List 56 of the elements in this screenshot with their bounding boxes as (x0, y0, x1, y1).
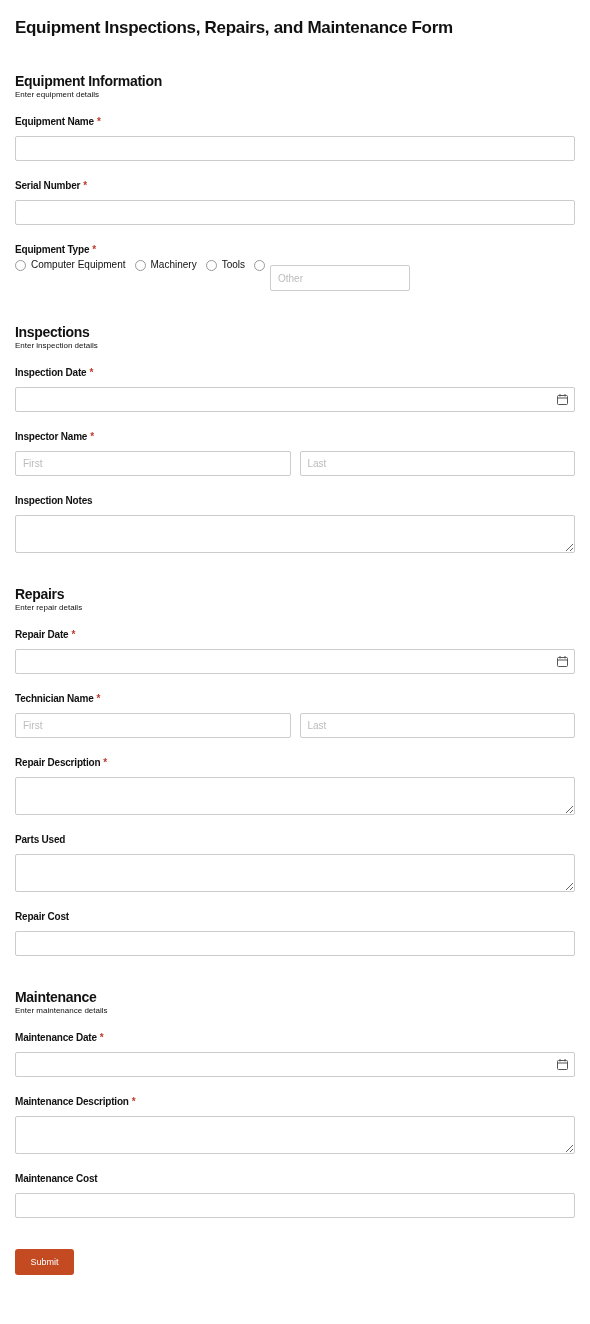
first-name-field[interactable]: First (15, 451, 291, 476)
required-mark: * (96, 115, 101, 127)
section-heading: Equipment Information (15, 73, 163, 90)
input-field[interactable] (15, 136, 575, 161)
required-mark: * (90, 430, 95, 442)
option-label: Computer Equipment (31, 259, 126, 271)
section-heading: Repairs (15, 586, 66, 603)
option-label: Machinery (150, 259, 197, 271)
field-label: Parts Used (15, 833, 66, 845)
date-field[interactable] (15, 1052, 575, 1077)
field-label: Serial Number (15, 179, 81, 191)
field-label: Equipment Name (15, 115, 94, 127)
field-label: Inspection Date (15, 366, 87, 378)
section-subtitle: Enter maintenance details (15, 1006, 109, 1016)
required-mark: * (131, 1095, 136, 1107)
calendar-icon[interactable] (557, 394, 568, 405)
date-field[interactable] (15, 387, 575, 412)
first-name-field[interactable]: First (15, 713, 291, 738)
input-field[interactable] (15, 931, 575, 956)
field-label: Maintenance Date (15, 1031, 97, 1043)
last-name-field[interactable]: Last (299, 451, 575, 476)
field-label: Equipment Type (15, 243, 90, 255)
field-label: Technician Name (15, 692, 94, 704)
section-subtitle: Enter equipment details (15, 90, 101, 100)
required-mark: * (99, 1031, 104, 1043)
required-mark: * (89, 366, 94, 378)
section-subtitle: Enter inspection details (15, 341, 99, 351)
input-field[interactable] (15, 1193, 575, 1218)
submit-button[interactable]: Submit (15, 1249, 74, 1275)
required-mark: * (83, 179, 88, 191)
field-label: Inspection Notes (15, 494, 93, 506)
field-label: Inspector Name (15, 430, 88, 442)
input-field[interactable] (15, 200, 575, 225)
text-area[interactable] (15, 854, 575, 892)
calendar-icon[interactable] (557, 656, 568, 667)
calendar-icon[interactable] (557, 1059, 568, 1070)
required-mark: * (71, 628, 76, 640)
required-mark: * (92, 243, 97, 255)
section-subtitle: Enter repair details (15, 603, 84, 613)
last-name-field[interactable]: Last (299, 713, 575, 738)
text-area[interactable] (15, 777, 575, 815)
section-heading: Inspections (15, 324, 91, 341)
required-mark: * (103, 756, 108, 768)
field-label: Repair Cost (15, 910, 69, 922)
text-area[interactable] (15, 1116, 575, 1154)
form-title: Equipment Inspections, Repairs, and Maintenance Form (15, 18, 454, 38)
other-field[interactable]: Other (270, 265, 410, 291)
field-label: Repair Date (15, 628, 69, 640)
field-label: Maintenance Description (15, 1095, 129, 1107)
section-heading: Maintenance (15, 989, 98, 1006)
required-mark: * (96, 692, 101, 704)
field-label: Repair Description (15, 756, 101, 768)
field-label: Maintenance Cost (15, 1172, 98, 1184)
date-field[interactable] (15, 649, 575, 674)
option-label: Tools (221, 259, 245, 271)
text-area[interactable] (15, 515, 575, 553)
